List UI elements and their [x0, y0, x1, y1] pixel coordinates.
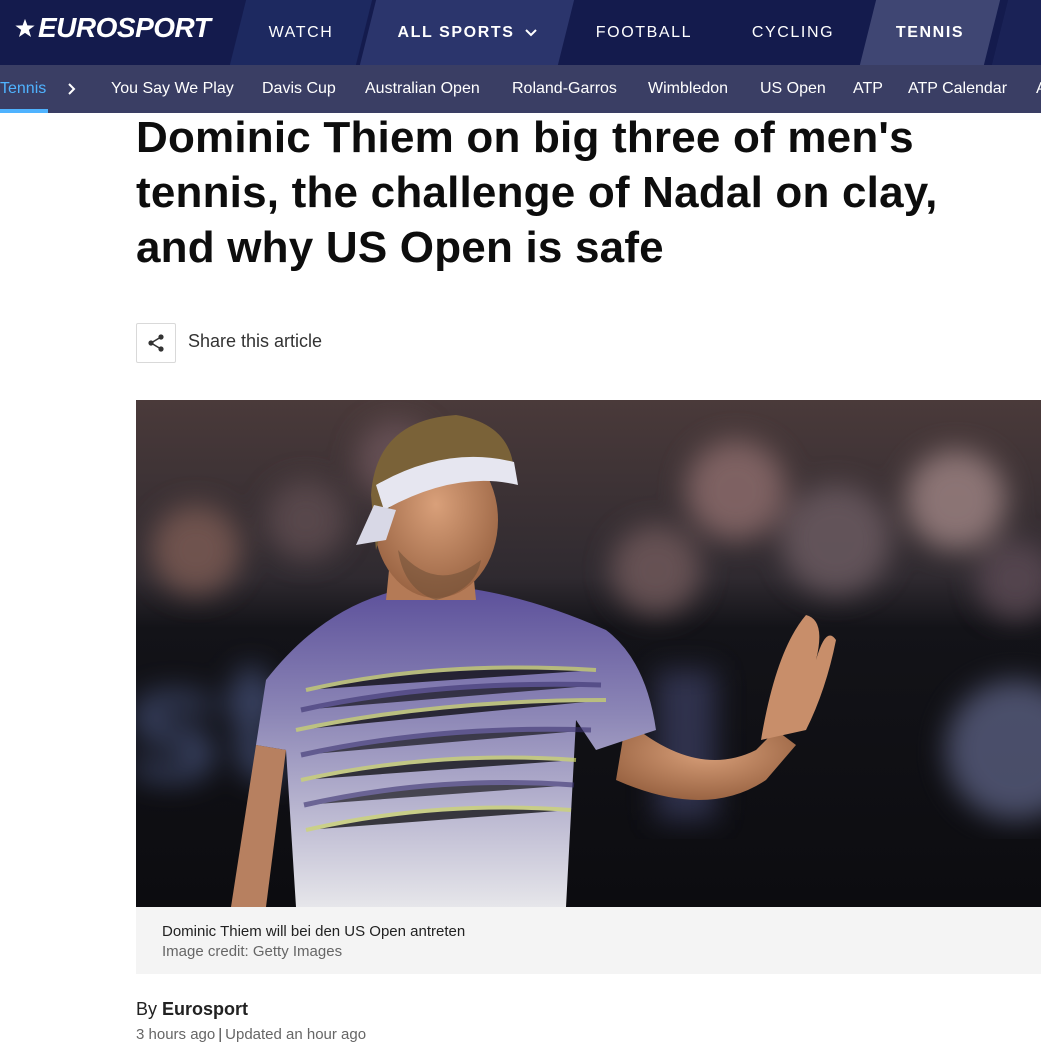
- subnav-item-atp-calendar[interactable]: ATP Calendar: [908, 65, 1007, 113]
- nav-overflow-tab[interactable]: [991, 0, 1041, 65]
- tab-all-sports[interactable]: ALL SPORTS: [359, 0, 575, 65]
- image-credit: Image credit: Getty Images: [162, 943, 343, 960]
- logo-text: EUROSPORT: [38, 12, 211, 43]
- tab-all-sports-label: ALL SPORTS: [397, 23, 515, 41]
- sub-navigation: Tennis You Say We Play Davis Cup Austral…: [0, 65, 1041, 113]
- image-caption-box: Dominic Thiem will bei den US Open antre…: [136, 907, 1041, 974]
- share-button[interactable]: [136, 323, 176, 363]
- updated-time: Updated an hour ago: [225, 1026, 367, 1043]
- byline: By Eurosport: [136, 999, 248, 1020]
- chevron-down-icon: [524, 28, 537, 36]
- subnav-item-wimbledon[interactable]: Wimbledon: [648, 65, 728, 113]
- share-icon: [148, 334, 164, 352]
- tab-cycling[interactable]: CYCLING: [726, 0, 860, 65]
- chevron-right-icon[interactable]: [67, 83, 77, 95]
- subnav-item-davis-cup[interactable]: Davis Cup: [262, 65, 336, 113]
- top-navigation: EUROSPORT WATCH ALL SPORTS FOOTBALL CYCL…: [0, 0, 1041, 65]
- subnav-item-atp[interactable]: ATP: [853, 65, 883, 113]
- tab-football-label: FOOTBALL: [595, 23, 693, 41]
- tab-watch-label: WATCH: [268, 23, 334, 41]
- eurosport-logo[interactable]: EUROSPORT: [14, 12, 211, 44]
- article-hero-image: st: [136, 400, 1041, 907]
- active-underline: [0, 109, 48, 113]
- tab-football[interactable]: FOOTBALL: [578, 0, 710, 65]
- byline-prefix: By: [136, 999, 158, 1019]
- subnav-item-australian-open[interactable]: Australian Open: [365, 65, 480, 113]
- subnav-item-us-open[interactable]: US Open: [760, 65, 826, 113]
- timestamp-separator: |: [218, 1026, 223, 1043]
- tab-tennis-label: TENNIS: [895, 23, 965, 41]
- article-timestamp: 3 hours ago | Updated an hour ago: [136, 1026, 366, 1043]
- tab-cycling-label: CYCLING: [751, 23, 835, 41]
- image-caption: Dominic Thiem will bei den US Open antre…: [162, 923, 466, 940]
- tab-tennis[interactable]: TENNIS: [859, 0, 1001, 65]
- subnav-item-you-say-we-play[interactable]: You Say We Play: [111, 65, 234, 113]
- share-label[interactable]: Share this article: [188, 331, 322, 352]
- subnav-item-tennis[interactable]: Tennis: [0, 65, 46, 113]
- subnav-item-overflow[interactable]: A: [1036, 65, 1041, 113]
- tennis-player-photo: st: [136, 400, 1041, 907]
- tab-watch[interactable]: WATCH: [229, 0, 373, 65]
- byline-author[interactable]: Eurosport: [162, 999, 248, 1019]
- eurosport-star-icon: [15, 18, 35, 37]
- published-time: 3 hours ago: [136, 1026, 216, 1043]
- subnav-item-roland-garros[interactable]: Roland-Garros: [512, 65, 617, 113]
- article-headline: Dominic Thiem on big three of men's tenn…: [136, 113, 938, 272]
